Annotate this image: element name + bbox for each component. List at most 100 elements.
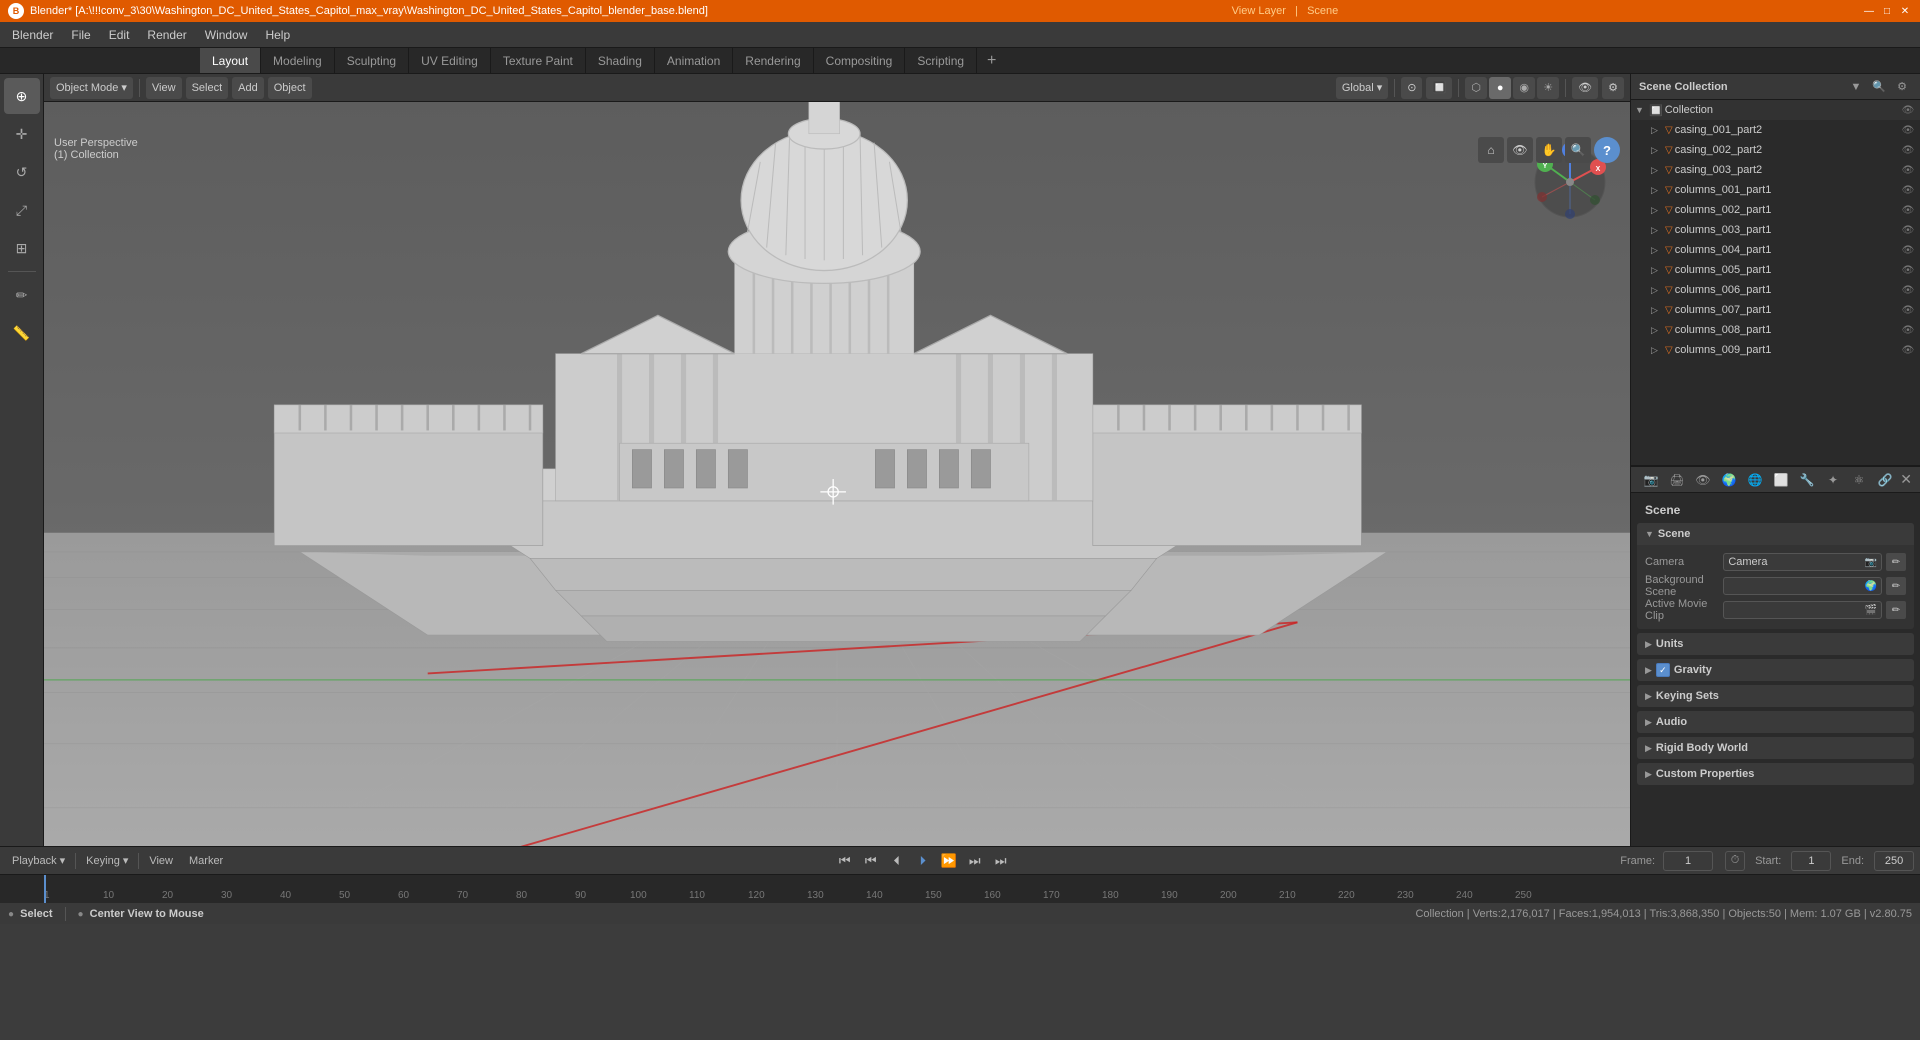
rotate-tool[interactable]: ↺ xyxy=(4,154,40,190)
viewport-global-local[interactable]: Global ▾ xyxy=(1336,77,1388,99)
keying-section-header[interactable]: ▶ Keying Sets xyxy=(1637,685,1914,707)
tab-layout[interactable]: Layout xyxy=(200,48,261,73)
viewport-nav-help[interactable]: ? xyxy=(1594,137,1620,163)
annotate-tool[interactable]: ✏ xyxy=(4,277,40,313)
visibility-btn-3[interactable]: 👁 xyxy=(1900,162,1916,178)
timeline-track[interactable]: 1 10 20 30 40 50 60 70 80 90 100 110 120… xyxy=(0,875,1920,903)
outliner-options[interactable]: ⚙ xyxy=(1892,77,1912,97)
tl-start-frame[interactable]: 1 xyxy=(1791,851,1831,871)
gravity-checkbox[interactable]: ✓ xyxy=(1656,663,1670,677)
outliner-item-casing001[interactable]: ▷ ▽ casing_001_part2 👁 xyxy=(1631,120,1920,140)
outliner-collection[interactable]: ▼ 🔲 Collection 👁 xyxy=(1631,100,1920,120)
move-tool[interactable]: ✛ xyxy=(4,116,40,152)
viewport-overlays[interactable]: 👁 xyxy=(1572,77,1598,99)
visibility-btn-7[interactable]: 👁 xyxy=(1900,242,1916,258)
camera-field[interactable]: Camera 📷 xyxy=(1723,553,1882,571)
tl-step-forward[interactable]: ⏩ xyxy=(938,850,960,872)
outliner-item-col001[interactable]: ▷ ▽ columns_001_part1 👁 xyxy=(1631,180,1920,200)
prop-tab-world[interactable]: 🌐 xyxy=(1743,468,1767,492)
outliner-item-col007[interactable]: ▷ ▽ columns_007_part1 👁 xyxy=(1631,300,1920,320)
tab-animation[interactable]: Animation xyxy=(655,48,733,73)
menu-render[interactable]: Render xyxy=(139,26,194,44)
prop-tab-physics[interactable]: ⚛ xyxy=(1847,468,1871,492)
viewport-3d[interactable]: Object Mode ▾ View Select Add Object Glo… xyxy=(44,74,1630,846)
tl-current-frame[interactable]: 1 xyxy=(1663,851,1713,871)
visibility-btn-11[interactable]: 👁 xyxy=(1900,322,1916,338)
outliner-item-col003[interactable]: ▷ ▽ columns_003_part1 👁 xyxy=(1631,220,1920,240)
tl-next-keyframe[interactable]: ⏭ xyxy=(964,850,986,872)
tl-step-back[interactable]: ⏴ xyxy=(886,850,908,872)
camera-edit-btn[interactable]: ✏ xyxy=(1886,553,1906,571)
tab-shading[interactable]: Shading xyxy=(586,48,655,73)
tl-playback-menu[interactable]: Playback ▾ xyxy=(6,851,71,871)
scale-tool[interactable]: ⤢ xyxy=(4,192,40,228)
visibility-btn-9[interactable]: 👁 xyxy=(1900,282,1916,298)
custom-props-section-header[interactable]: ▶ Custom Properties xyxy=(1637,763,1914,785)
minimize-btn[interactable]: — xyxy=(1862,4,1876,18)
tl-view-menu[interactable]: View xyxy=(143,851,179,871)
visibility-btn-10[interactable]: 👁 xyxy=(1900,302,1916,318)
visibility-btn-4[interactable]: 👁 xyxy=(1900,182,1916,198)
tl-jump-end[interactable]: ⏭ xyxy=(990,850,1012,872)
prop-tab-modifiers[interactable]: 🔧 xyxy=(1795,468,1819,492)
viewport-nav-4[interactable]: 🔍 xyxy=(1565,137,1591,163)
tab-sculpting[interactable]: Sculpting xyxy=(335,48,409,73)
prop-tab-particles[interactable]: ✦ xyxy=(1821,468,1845,492)
menu-window[interactable]: Window xyxy=(197,26,256,44)
visibility-btn-6[interactable]: 👁 xyxy=(1900,222,1916,238)
properties-close[interactable]: ✕ xyxy=(1900,471,1912,488)
outliner-item-col002[interactable]: ▷ ▽ columns_002_part1 👁 xyxy=(1631,200,1920,220)
viewport-select-menu[interactable]: Select xyxy=(186,77,229,99)
visibility-btn-8[interactable]: 👁 xyxy=(1900,262,1916,278)
outliner-item-col006[interactable]: ▷ ▽ columns_006_part1 👁 xyxy=(1631,280,1920,300)
object-mode-dropdown[interactable]: Object Mode ▾ xyxy=(50,77,133,99)
menu-edit[interactable]: Edit xyxy=(101,26,138,44)
snap-btn[interactable]: 🔲 xyxy=(1426,77,1452,99)
viewport-nav-1[interactable]: ⌂ xyxy=(1478,137,1504,163)
prop-tab-object[interactable]: ⬜ xyxy=(1769,468,1793,492)
visibility-btn-2[interactable]: 👁 xyxy=(1900,142,1916,158)
tl-marker-menu[interactable]: Marker xyxy=(183,851,229,871)
tl-play[interactable]: ⏵ xyxy=(912,850,934,872)
menu-blender[interactable]: Blender xyxy=(4,26,61,44)
outliner-item-col005[interactable]: ▷ ▽ columns_005_part1 👁 xyxy=(1631,260,1920,280)
outliner-item-col008[interactable]: ▷ ▽ columns_008_part1 👁 xyxy=(1631,320,1920,340)
scene-section-header[interactable]: ▼ Scene xyxy=(1637,523,1914,545)
viewport-canvas[interactable]: User Perspective (1) Collection X xyxy=(44,102,1630,846)
tab-compositing[interactable]: Compositing xyxy=(814,48,906,73)
window-controls[interactable]: — □ ✕ xyxy=(1862,4,1912,18)
prop-tab-output[interactable]: 🖨 xyxy=(1665,468,1689,492)
transform-tool[interactable]: ⊞ xyxy=(4,230,40,266)
visibility-btn-5[interactable]: 👁 xyxy=(1900,202,1916,218)
tab-texture-paint[interactable]: Texture Paint xyxy=(491,48,586,73)
render-shading[interactable]: ☀ xyxy=(1537,77,1559,99)
measure-tool[interactable]: 📏 xyxy=(4,315,40,351)
outliner-item-casing002[interactable]: ▷ ▽ casing_002_part2 👁 xyxy=(1631,140,1920,160)
prop-tab-scene[interactable]: 🌍 xyxy=(1717,468,1741,492)
outliner-item-col004[interactable]: ▷ ▽ columns_004_part1 👁 xyxy=(1631,240,1920,260)
visibility-btn-12[interactable]: 👁 xyxy=(1900,342,1916,358)
outliner-filter[interactable]: ▼ xyxy=(1846,77,1866,97)
outliner-item-col009[interactable]: ▷ ▽ columns_009_part1 👁 xyxy=(1631,340,1920,360)
bg-scene-edit-btn[interactable]: ✏ xyxy=(1886,577,1906,595)
maximize-btn[interactable]: □ xyxy=(1880,4,1894,18)
prop-tab-view-layer[interactable]: 👁 xyxy=(1691,468,1715,492)
solid-shading[interactable]: ● xyxy=(1489,77,1511,99)
viewport-gizmos[interactable]: ⚙ xyxy=(1602,77,1624,99)
menu-help[interactable]: Help xyxy=(257,26,298,44)
tl-prev-keyframe[interactable]: ⏮ xyxy=(860,850,882,872)
viewport-object-menu[interactable]: Object xyxy=(268,77,312,99)
add-workspace-btn[interactable]: + xyxy=(977,48,1006,73)
prop-tab-render[interactable]: 📷 xyxy=(1639,468,1663,492)
bg-scene-field[interactable]: 🌍 xyxy=(1723,577,1882,595)
close-btn[interactable]: ✕ xyxy=(1898,4,1912,18)
tab-modeling[interactable]: Modeling xyxy=(261,48,335,73)
movie-clip-field[interactable]: 🎬 xyxy=(1723,601,1882,619)
outliner-item-casing003[interactable]: ▷ ▽ casing_003_part2 👁 xyxy=(1631,160,1920,180)
tab-uv-editing[interactable]: UV Editing xyxy=(409,48,491,73)
gravity-section-header[interactable]: ▶ ✓ Gravity xyxy=(1637,659,1914,681)
tab-rendering[interactable]: Rendering xyxy=(733,48,813,73)
menu-file[interactable]: File xyxy=(63,26,98,44)
proportional-edit[interactable]: ⊙ xyxy=(1401,77,1422,99)
visibility-btn-1[interactable]: 👁 xyxy=(1900,122,1916,138)
